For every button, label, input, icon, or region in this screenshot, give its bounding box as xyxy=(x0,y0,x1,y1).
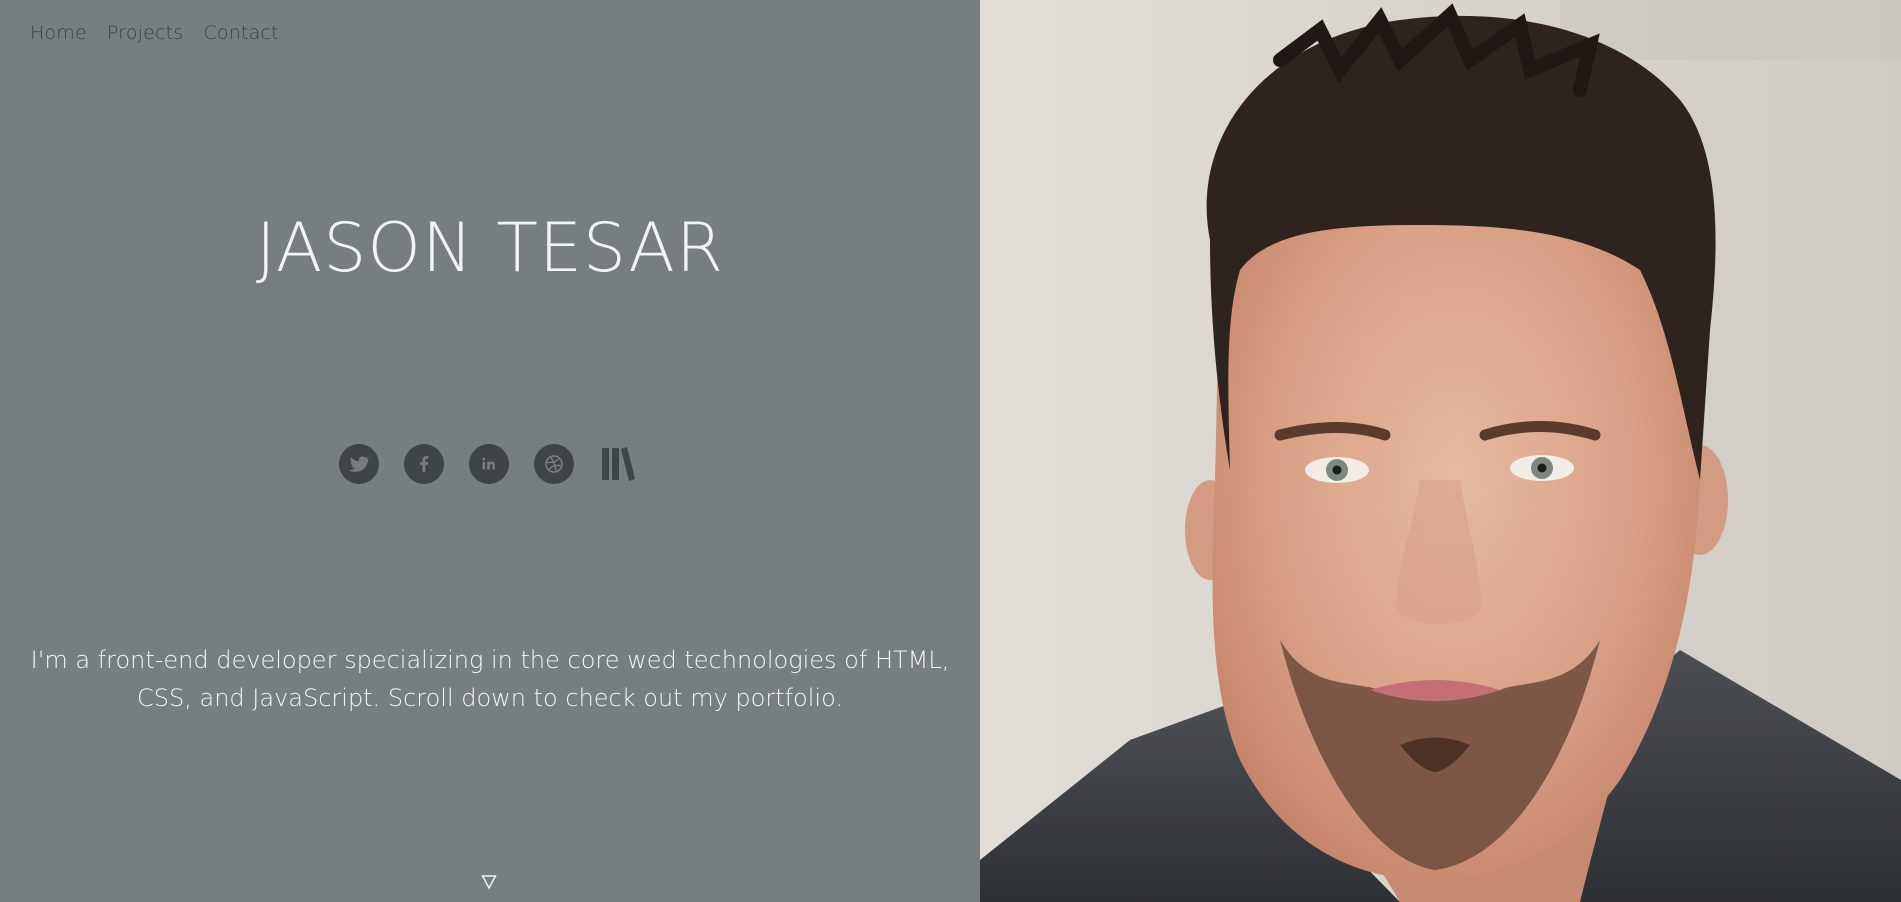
linkedin-link[interactable] xyxy=(469,444,509,484)
scroll-down-icon[interactable] xyxy=(481,874,497,890)
library-icon xyxy=(602,447,635,481)
facebook-icon xyxy=(419,456,429,473)
dribbble-link[interactable] xyxy=(534,444,574,484)
linkedin-icon xyxy=(482,457,495,470)
page-title: JASON TESAR xyxy=(255,209,725,288)
intro-text: I'm a front-end developer specializing i… xyxy=(30,646,950,712)
dribbble-icon xyxy=(545,455,563,473)
nav-home-link[interactable]: Home xyxy=(30,22,87,44)
top-nav: Home Projects Contact xyxy=(30,22,279,44)
library-link[interactable] xyxy=(599,444,637,484)
profile-photo xyxy=(980,0,1901,902)
social-links xyxy=(339,444,637,484)
nav-contact-link[interactable]: Contact xyxy=(203,22,278,44)
twitter-icon xyxy=(348,456,370,472)
facebook-link[interactable] xyxy=(404,444,444,484)
twitter-link[interactable] xyxy=(339,444,379,484)
intro-panel: Home Projects Contact JASON TESAR I'm a … xyxy=(0,0,980,902)
nav-projects-link[interactable]: Projects xyxy=(107,22,184,44)
